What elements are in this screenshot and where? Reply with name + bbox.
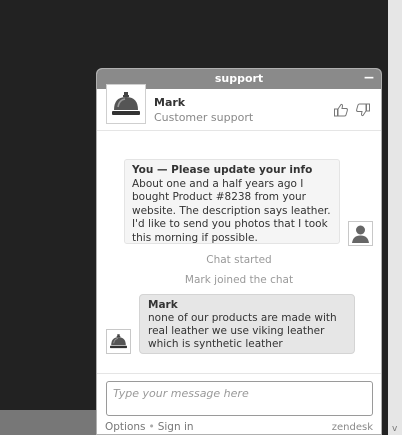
- sign-in-link[interactable]: Sign in: [158, 421, 194, 433]
- chevron-down-icon[interactable]: v: [392, 424, 397, 434]
- agent-message: Mark none of our products are made with …: [139, 294, 355, 354]
- agent-name: Mark: [154, 96, 186, 109]
- message-composer: Options•Sign in zendesk: [97, 373, 381, 434]
- footer-links: Options • Sign in: [105, 421, 194, 433]
- page-side-strip: [388, 0, 402, 435]
- chat-widget: support − Mark Customer support You — Pl…: [96, 68, 382, 435]
- chat-title: support: [214, 72, 264, 85]
- visitor-message-title: You — Please update your info: [132, 164, 313, 176]
- service-bell-icon: [112, 92, 140, 115]
- agent-message-body: none of our products are made with real …: [148, 312, 337, 350]
- service-bell-icon: [110, 334, 127, 349]
- agent-message-avatar: [106, 329, 131, 354]
- message-input[interactable]: [106, 381, 373, 416]
- thumbs-up-icon[interactable]: [333, 102, 349, 118]
- brand-label[interactable]: zendesk: [332, 422, 373, 433]
- visitor-avatar: [348, 221, 373, 246]
- agent-message-sender: Mark: [148, 299, 178, 311]
- agent-avatar: [106, 84, 146, 124]
- minimize-button[interactable]: −: [363, 69, 375, 89]
- visitor-message: You — Please update your info About one …: [124, 159, 340, 244]
- system-message-chat-started: Chat started: [206, 254, 272, 266]
- system-message-agent-joined: Mark joined the chat: [184, 274, 294, 286]
- options-link[interactable]: Options: [105, 421, 146, 433]
- thumbs-down-icon[interactable]: [355, 102, 371, 118]
- footer-separator: •: [148, 421, 155, 433]
- page-bottom-strip: [0, 410, 96, 435]
- agent-title: Customer support: [154, 111, 254, 124]
- user-silhouette-icon: [352, 225, 369, 243]
- visitor-message-body: About one and a half years ago I bought …: [132, 177, 331, 244]
